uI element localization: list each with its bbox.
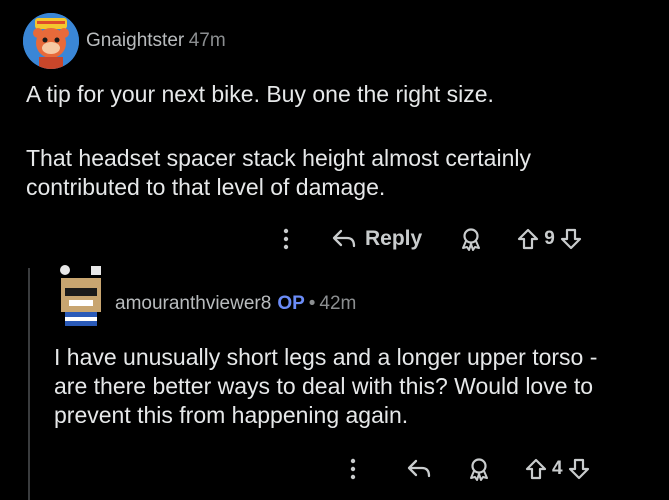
timestamp: 47m xyxy=(188,30,226,51)
award-icon[interactable] xyxy=(458,226,484,252)
comment-header: Gnaightster 47m xyxy=(86,30,226,52)
username[interactable]: Gnaightster xyxy=(86,30,184,51)
separator: • xyxy=(308,293,316,314)
reply-arrow-icon xyxy=(332,229,356,248)
reply-button[interactable] xyxy=(406,458,432,480)
snoo-avatar-icon xyxy=(60,265,101,326)
upvote-icon[interactable] xyxy=(516,227,540,251)
comment-body: I have unusually short legs and a longer… xyxy=(54,344,598,428)
upvote-icon[interactable] xyxy=(524,457,548,481)
thread-line xyxy=(28,490,30,500)
downvote-icon[interactable] xyxy=(559,227,583,251)
op-badge: OP xyxy=(277,293,305,314)
vote-count: 9 xyxy=(544,228,555,249)
comment-actions: 4 xyxy=(350,452,591,486)
reply-button[interactable]: Reply xyxy=(331,227,422,251)
downvote-icon[interactable] xyxy=(567,457,591,481)
timestamp: 42m xyxy=(319,293,357,314)
vote-count: 4 xyxy=(552,458,563,479)
reply-label: Reply xyxy=(365,227,423,250)
comment-body: That headset spacer stack height almost … xyxy=(26,145,531,200)
username[interactable]: amouranthviewer8 xyxy=(115,293,271,314)
comment-header: amouranthviewer8 OP • 42m xyxy=(115,293,356,315)
reply-arrow-icon xyxy=(407,459,431,478)
award-icon[interactable] xyxy=(466,456,492,482)
more-vertical-icon[interactable] xyxy=(283,228,289,250)
snoo-avatar-icon xyxy=(23,13,79,69)
more-vertical-icon[interactable] xyxy=(350,458,356,480)
avatar[interactable] xyxy=(23,13,79,69)
comment-actions: Reply 9 xyxy=(283,222,583,256)
thread-line[interactable] xyxy=(28,268,30,500)
comment-body: A tip for your next bike. Buy one the ri… xyxy=(26,81,494,107)
avatar[interactable] xyxy=(55,262,107,328)
